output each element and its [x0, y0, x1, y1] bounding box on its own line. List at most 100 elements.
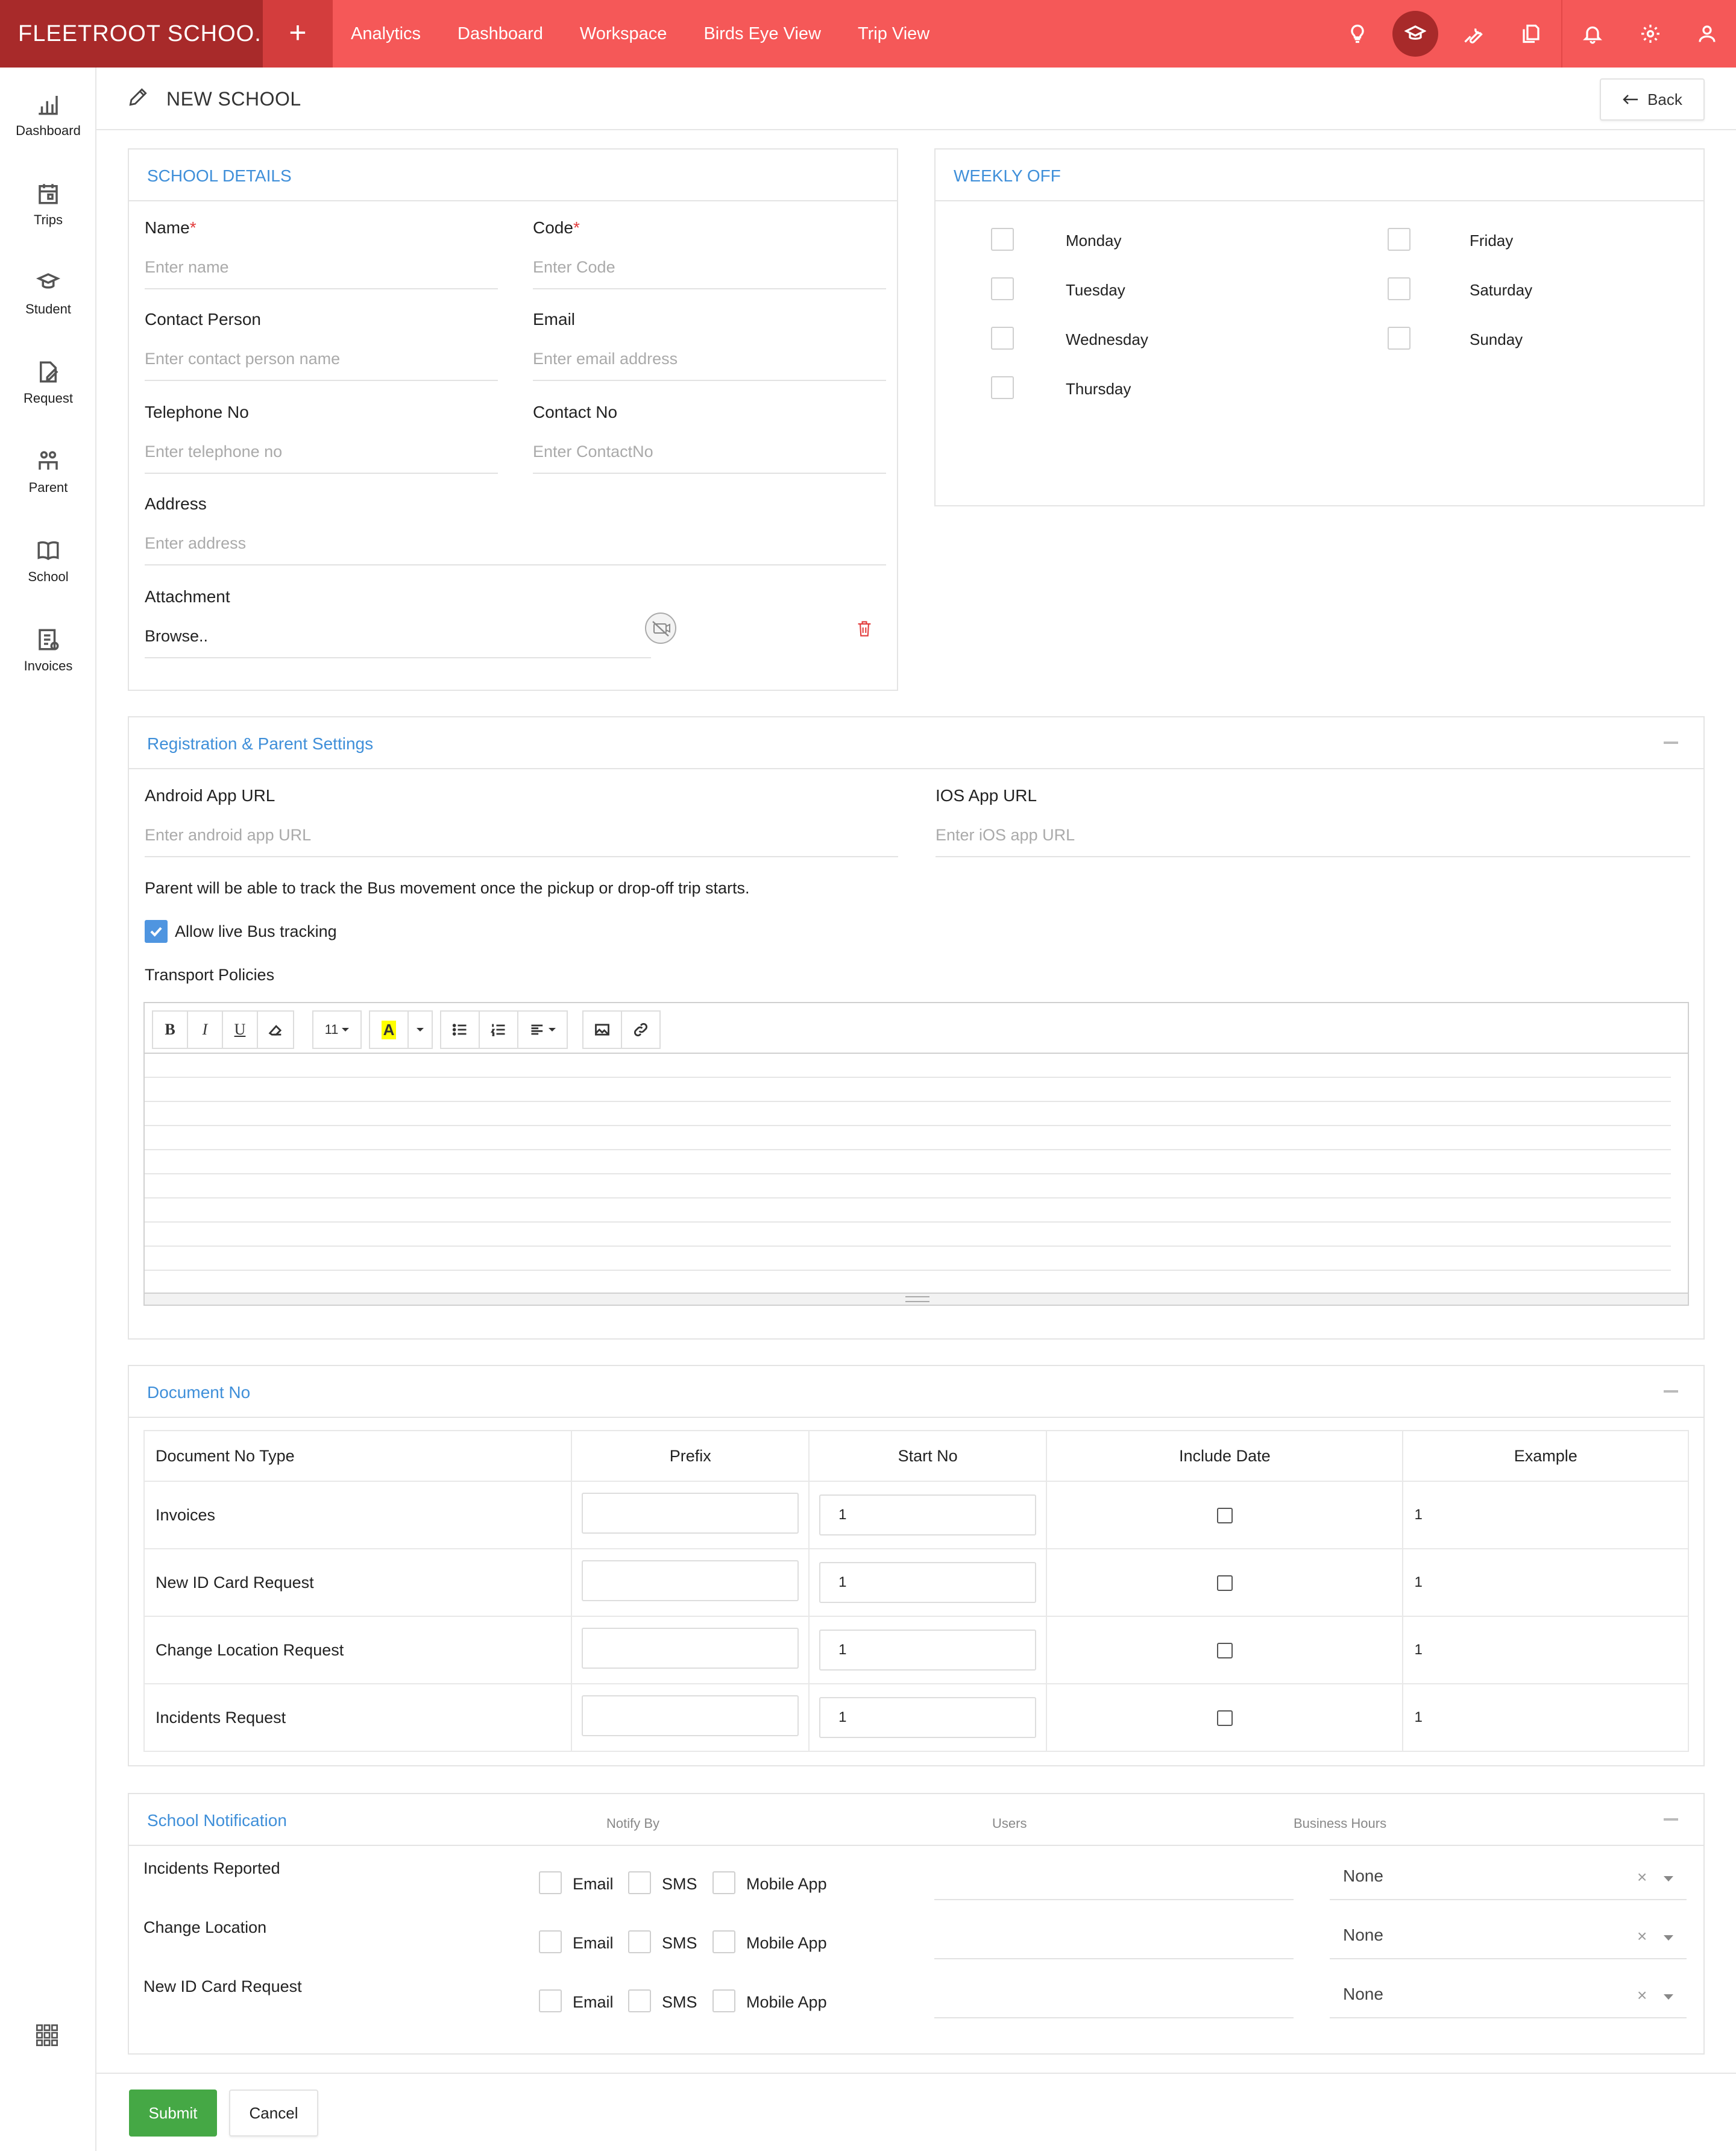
- sidebar-item-invoices[interactable]: Invoices: [0, 627, 96, 674]
- graduation-cap-icon[interactable]: [1392, 11, 1438, 57]
- bullet-list-button[interactable]: [440, 1010, 480, 1049]
- prefix-input[interactable]: [582, 1627, 799, 1669]
- back-label: Back: [1647, 90, 1682, 109]
- contact-no-input[interactable]: Enter ContactNo: [533, 442, 653, 461]
- chevron-down-icon[interactable]: [1664, 1994, 1673, 2000]
- editor-content-area[interactable]: [145, 1054, 1671, 1277]
- start-no-input[interactable]: 1: [819, 1494, 1037, 1535]
- telephone-input[interactable]: Enter telephone no: [145, 442, 282, 461]
- insert-image-button[interactable]: [582, 1010, 622, 1049]
- sunday-checkbox[interactable]: [1388, 327, 1410, 350]
- clear-icon[interactable]: ×: [1637, 1868, 1647, 1887]
- brand-logo[interactable]: FLEETROOT SCHOO...: [0, 0, 263, 68]
- cancel-button[interactable]: Cancel: [229, 2090, 318, 2137]
- include-date-checkbox[interactable]: [1216, 1643, 1233, 1659]
- tracking-note: Parent will be able to track the Bus mov…: [145, 879, 750, 897]
- bold-button[interactable]: B: [152, 1010, 188, 1049]
- prefix-input[interactable]: [582, 1492, 799, 1534]
- nav-birds-eye-view[interactable]: Birds Eye View: [703, 24, 821, 44]
- thursday-checkbox[interactable]: [991, 376, 1014, 399]
- mobile-app-checkbox[interactable]: [712, 1930, 735, 1953]
- chevron-down-icon[interactable]: [1664, 1935, 1673, 1941]
- email-checkbox[interactable]: [539, 1930, 562, 1953]
- nav-trip-view[interactable]: Trip View: [858, 24, 929, 44]
- ios-url-input[interactable]: Enter iOS app URL: [936, 826, 1075, 845]
- include-date-checkbox[interactable]: [1216, 1508, 1233, 1524]
- contact-person-input[interactable]: Enter contact person name: [145, 350, 340, 368]
- chevron-down-icon[interactable]: [1664, 1876, 1673, 1882]
- column-header: Include Date: [1046, 1430, 1404, 1482]
- prefix-input[interactable]: [582, 1560, 799, 1601]
- align-button[interactable]: [517, 1010, 568, 1049]
- clear-icon[interactable]: ×: [1637, 1986, 1647, 2005]
- font-size-button[interactable]: 11: [312, 1010, 362, 1049]
- mobile-app-checkbox[interactable]: [712, 1989, 735, 2012]
- collapse-button[interactable]: [1664, 742, 1678, 744]
- sidebar-item-dashboard[interactable]: Dashboard: [0, 92, 96, 139]
- wrench-icon[interactable]: [1455, 16, 1491, 52]
- nav-analytics[interactable]: Analytics: [351, 24, 421, 44]
- sms-checkbox[interactable]: [628, 1871, 651, 1894]
- mobile-app-checkbox[interactable]: [712, 1871, 735, 1894]
- business-hours-select[interactable]: [1330, 1958, 1687, 1959]
- users-input[interactable]: [934, 2017, 1294, 2018]
- nav-dashboard[interactable]: Dashboard: [458, 24, 543, 44]
- include-date-checkbox[interactable]: [1216, 1575, 1233, 1592]
- android-url-input[interactable]: Enter android app URL: [145, 826, 311, 845]
- text-color-button[interactable]: A: [369, 1010, 409, 1049]
- underline-button[interactable]: U: [222, 1010, 258, 1049]
- submit-button[interactable]: Submit: [129, 2090, 217, 2137]
- name-input[interactable]: Enter name: [145, 258, 229, 277]
- address-input[interactable]: Enter address: [145, 534, 246, 553]
- tuesday-checkbox[interactable]: [991, 277, 1014, 300]
- editor-resize-bar[interactable]: [145, 1293, 1688, 1305]
- trash-icon[interactable]: [856, 620, 873, 638]
- browse-input[interactable]: Browse..: [145, 627, 208, 646]
- eraser-button[interactable]: [257, 1010, 294, 1049]
- sidebar-item-request[interactable]: Request: [0, 359, 96, 406]
- sidebar-item-parent[interactable]: Parent: [0, 449, 96, 496]
- friday-checkbox[interactable]: [1388, 228, 1410, 251]
- start-no-input[interactable]: 1: [819, 1630, 1037, 1671]
- insert-link-button[interactable]: [621, 1010, 661, 1049]
- apps-grid-icon[interactable]: [35, 2023, 59, 2047]
- nav-workspace[interactable]: Workspace: [580, 24, 667, 44]
- sidebar-item-student[interactable]: Student: [0, 270, 96, 317]
- start-no-input[interactable]: 1: [819, 1697, 1037, 1738]
- sidebar-item-school[interactable]: School: [0, 538, 96, 585]
- bell-icon[interactable]: [1574, 16, 1611, 52]
- gear-icon[interactable]: [1632, 16, 1668, 52]
- sidebar-item-trips[interactable]: Trips: [0, 181, 96, 228]
- wednesday-checkbox[interactable]: [991, 327, 1014, 350]
- mobile-app-label: Mobile App: [746, 1875, 827, 1893]
- users-input[interactable]: [934, 1899, 1294, 1900]
- text-color-dropdown[interactable]: [407, 1010, 433, 1049]
- code-input[interactable]: Enter Code: [533, 258, 615, 277]
- user-icon[interactable]: [1689, 16, 1725, 52]
- sms-checkbox[interactable]: [628, 1989, 651, 2012]
- italic-button[interactable]: I: [187, 1010, 223, 1049]
- collapse-button[interactable]: [1664, 1390, 1678, 1393]
- business-hours-select[interactable]: [1330, 1899, 1687, 1900]
- start-no-input[interactable]: 1: [819, 1562, 1037, 1603]
- collapse-button[interactable]: [1664, 1818, 1678, 1821]
- add-button[interactable]: +: [263, 0, 333, 68]
- back-button[interactable]: Back: [1600, 78, 1705, 121]
- include-date-checkbox[interactable]: [1216, 1710, 1233, 1727]
- email-checkbox[interactable]: [539, 1989, 562, 2012]
- business-hours-select[interactable]: [1330, 2017, 1687, 2018]
- panel-title: SCHOOL DETAILS: [147, 166, 292, 185]
- lightbulb-icon[interactable]: [1339, 16, 1376, 52]
- numbered-list-button[interactable]: [479, 1010, 518, 1049]
- allow-tracking-checkbox[interactable]: [145, 920, 168, 943]
- prefix-input[interactable]: [582, 1695, 799, 1736]
- users-input[interactable]: [934, 1958, 1294, 1959]
- email-input[interactable]: Enter email address: [533, 350, 678, 368]
- clear-icon[interactable]: ×: [1637, 1927, 1647, 1946]
- documents-icon[interactable]: [1513, 16, 1549, 52]
- sms-checkbox[interactable]: [628, 1930, 651, 1953]
- saturday-checkbox[interactable]: [1388, 277, 1410, 300]
- email-checkbox[interactable]: [539, 1871, 562, 1894]
- monday-checkbox[interactable]: [991, 228, 1014, 251]
- top-navbar: FLEETROOT SCHOO... + Analytics Dashboard…: [0, 0, 1736, 68]
